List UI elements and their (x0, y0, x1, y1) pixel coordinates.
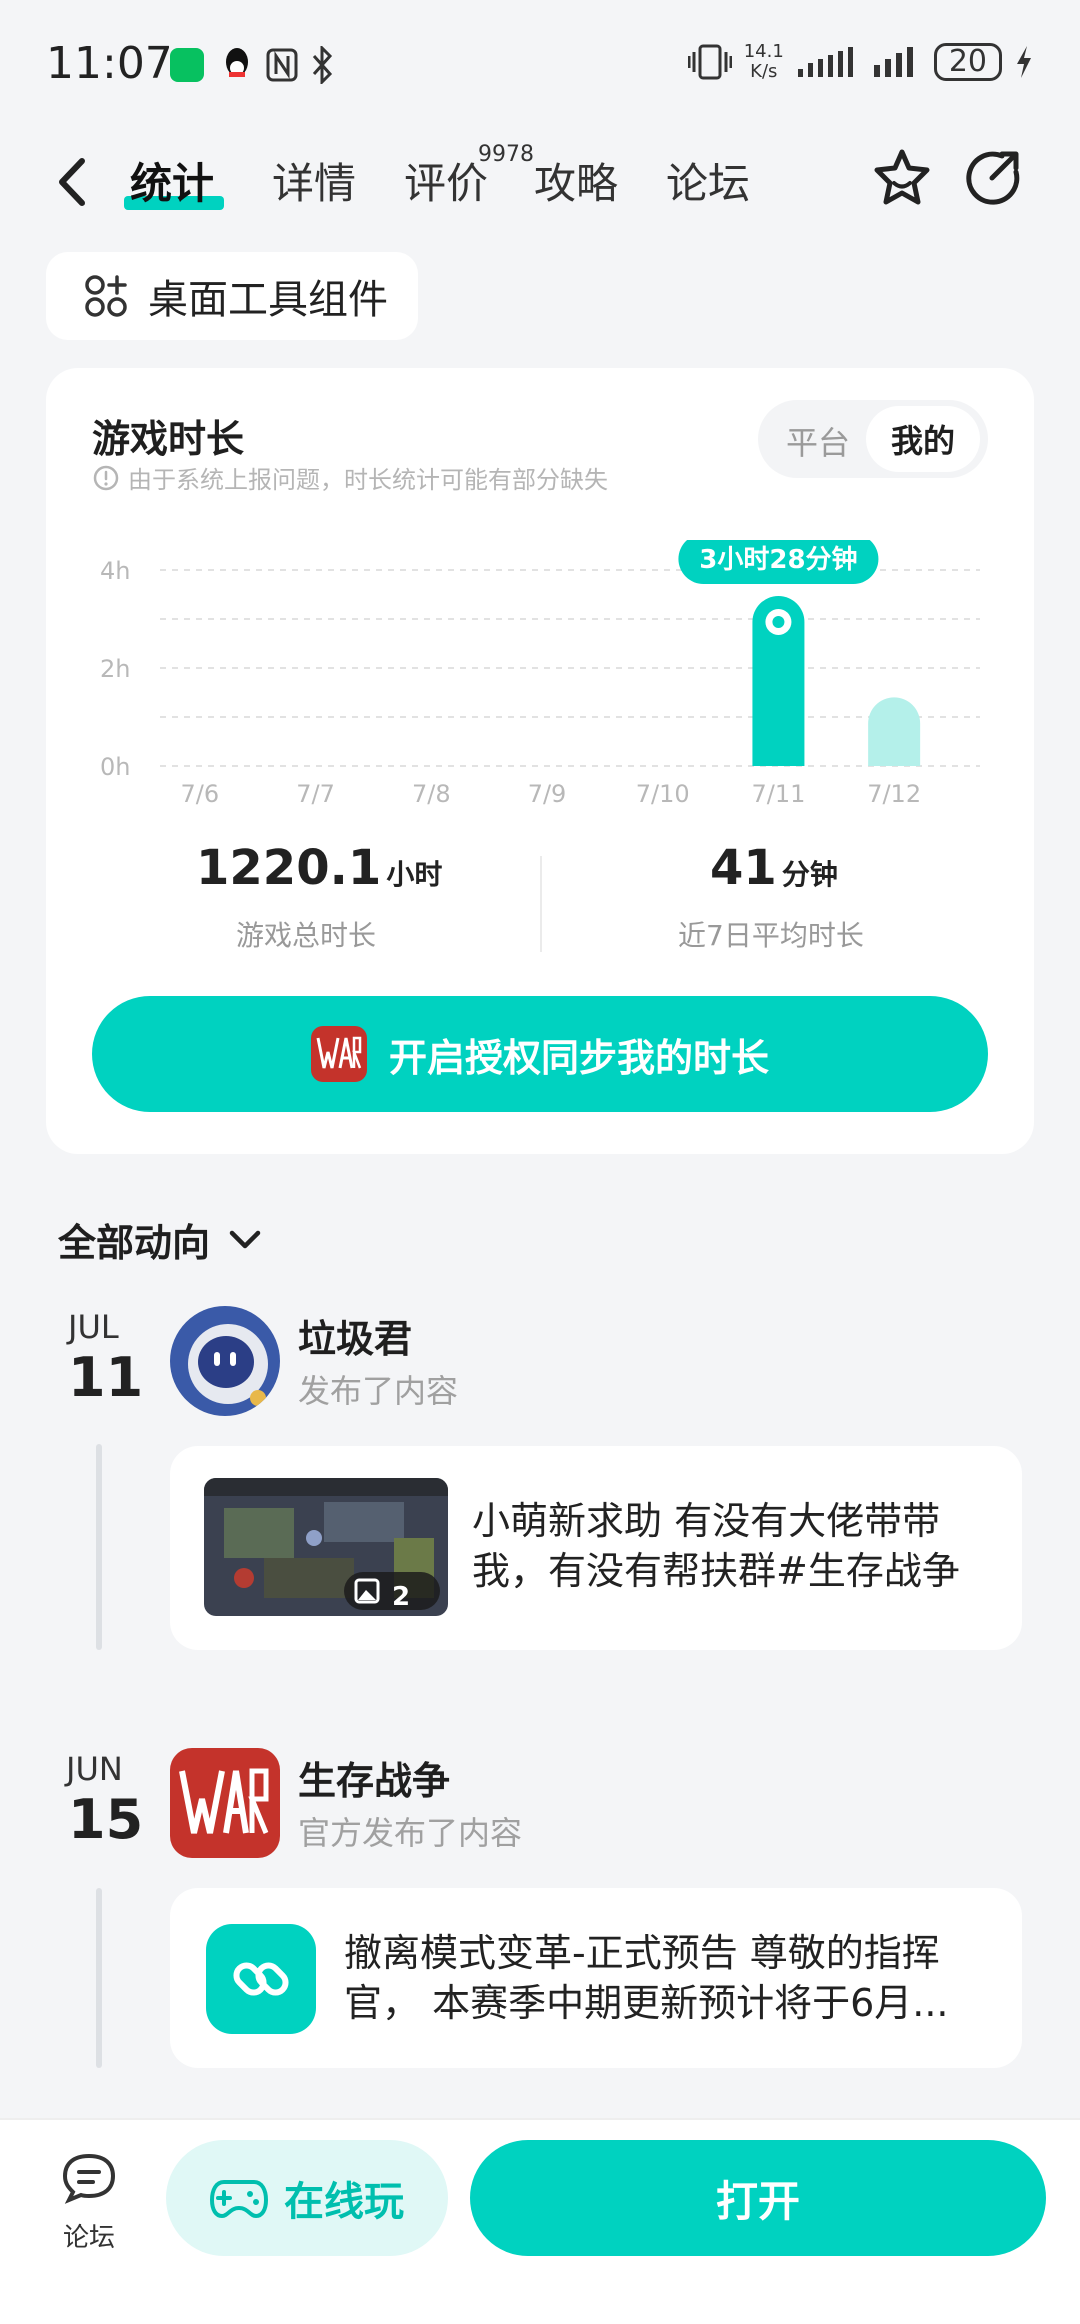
forum-icon (62, 2153, 116, 2204)
share-icon (966, 151, 1020, 205)
average-label: 近7日平均时长 (678, 919, 864, 952)
feed-action: 官方发布了内容 (298, 1814, 523, 1852)
back-button[interactable] (52, 155, 96, 209)
y-tick-label: 4h (100, 557, 130, 585)
post-text: 撤离模式变革-正式预告 尊敬的指挥官， 本赛季中期更新预计将于6月... (344, 1931, 949, 2025)
timeline-line (96, 1444, 102, 1650)
segment-mine[interactable]: 我的 (866, 406, 980, 472)
tab-reviews[interactable]: 评价 (404, 150, 488, 211)
post-text: 小萌新求助 有没有大佬带带我，有没有帮扶群#生存战争 (472, 1499, 960, 1593)
tab-guides[interactable]: 攻略 (534, 150, 618, 211)
net-speed: 14.1 K/s (743, 41, 784, 82)
x-tick-label: 7/11 (751, 780, 805, 808)
widget-label: 桌面工具组件 (148, 277, 388, 323)
game-avatar[interactable] (170, 1748, 280, 1858)
tab-stats[interactable]: 统计 (130, 150, 214, 211)
x-tick-label: 7/6 (181, 780, 220, 808)
playtime-note: 由于系统上报问题，时长统计可能有部分缺失 (92, 460, 608, 495)
star-icon (874, 149, 930, 205)
feed-day: 15 (68, 1788, 144, 1851)
bar-marker-dot (772, 615, 785, 628)
playtime-title: 游戏时长 (92, 417, 245, 461)
gamepad-icon (210, 2180, 268, 2218)
qq-icon (220, 46, 254, 84)
wechat-icon (170, 48, 204, 82)
forum-label: 论坛 (62, 2223, 115, 2253)
game-icon (310, 1026, 367, 1082)
forum-button[interactable]: 论坛 (56, 2150, 122, 2254)
image-count: 2 (392, 1582, 411, 1612)
bluetooth-icon (310, 44, 334, 86)
favorite-button[interactable] (870, 146, 934, 210)
chevron-down-icon (229, 1230, 261, 1248)
feed-filter[interactable]: 全部动向 (58, 1212, 262, 1267)
status-time: 11:07 (46, 38, 173, 89)
link-icon (206, 1924, 316, 2034)
widgets-icon (85, 275, 127, 317)
open-game-button[interactable]: 打开 (470, 2140, 1046, 2256)
tab-forum[interactable]: 论坛 (666, 150, 750, 211)
vibrate-icon (687, 44, 732, 80)
total-playtime: 1220.1 小时 (196, 840, 442, 896)
bar (868, 697, 921, 766)
y-tick-label: 2h (100, 655, 130, 683)
x-tick-label: 7/7 (296, 780, 335, 808)
stats-divider (540, 856, 542, 952)
sync-playtime-button[interactable]: 开启授权同步我的时长 (92, 996, 988, 1112)
timeline-line (96, 1888, 102, 2068)
online-play-button[interactable]: 在线玩 (166, 2140, 448, 2256)
y-tick-label: 0h (100, 753, 130, 781)
status-right: 14.1 K/s 20 (687, 41, 1034, 82)
segment-platform[interactable]: 平台 (786, 418, 850, 464)
nfc-icon (266, 48, 298, 82)
average-value: 41 (710, 840, 777, 896)
total-unit: 小时 (386, 858, 443, 891)
desktop-widget-button[interactable]: 桌面工具组件 (46, 252, 418, 340)
feed-filter-label: 全部动向 (58, 1221, 211, 1265)
total-label: 游戏总时长 (236, 919, 377, 952)
feed-user-name[interactable]: 生存战争 (298, 1750, 450, 1805)
signal-icon (797, 47, 853, 77)
playtime-chart: 0h 2h 4h 7/6 7/7 7/8 7/9 7/10 7/11 3小时28分钟 7/12 (100, 540, 980, 808)
feed-action: 发布了内容 (298, 1372, 459, 1410)
x-tick-label: 7/9 (528, 780, 567, 808)
online-play-label: 在线玩 (284, 2179, 404, 2225)
sync-label: 开启授权同步我的时长 (388, 1035, 769, 1080)
feed-user-name[interactable]: 垃圾君 (298, 1308, 412, 1363)
avatar[interactable] (170, 1306, 280, 1416)
total-value: 1220.1 (196, 840, 382, 896)
info-icon (93, 465, 119, 490)
x-tick-label: 7/10 (636, 780, 690, 808)
feed-month: JUL (68, 1308, 119, 1346)
tooltip-label: 3小时28分钟 (699, 544, 857, 575)
average-unit: 分钟 (781, 858, 838, 891)
battery-level: 20 (933, 43, 1002, 81)
post-thumbnail (204, 1478, 448, 1616)
tab-details[interactable]: 详情 (272, 150, 356, 211)
x-tick-label: 7/12 (867, 780, 921, 808)
share-button[interactable] (962, 148, 1022, 208)
x-tick-label: 7/8 (412, 780, 451, 808)
feed-day: 11 (68, 1346, 144, 1409)
signal-icon (873, 47, 913, 77)
reviews-count-badge: 9978 (478, 142, 534, 167)
back-icon (59, 158, 85, 206)
feed-month: JUN (66, 1750, 123, 1788)
charging-icon (1017, 46, 1031, 78)
average-playtime: 41 分钟 (710, 840, 838, 896)
